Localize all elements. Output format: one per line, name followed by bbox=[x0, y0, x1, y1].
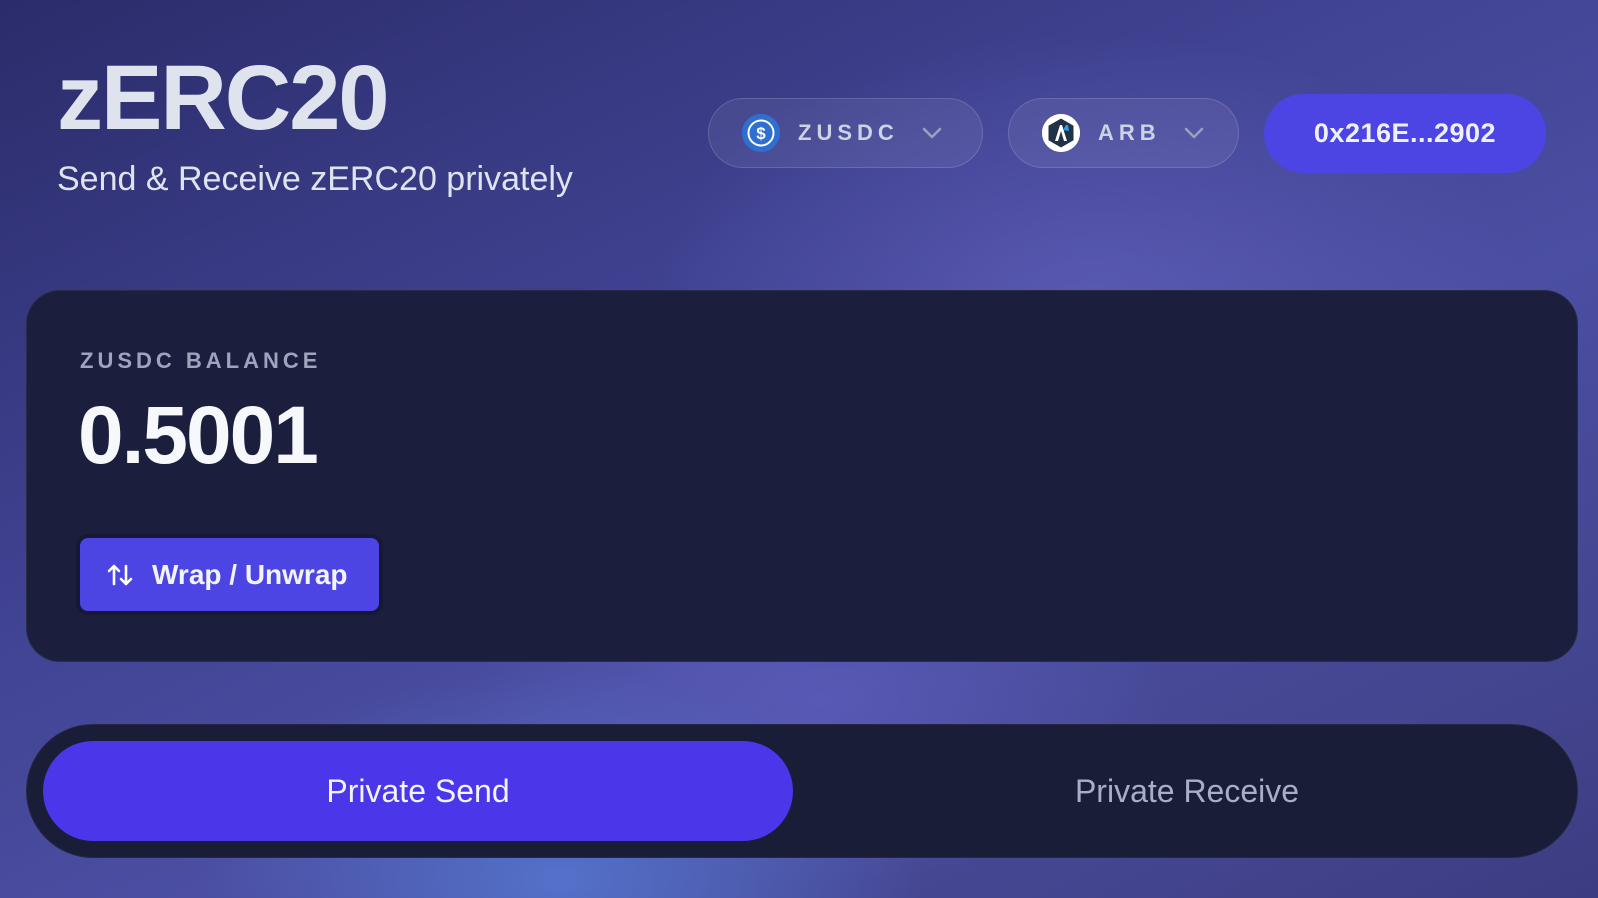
usdc-dollar-icon: $ bbox=[742, 114, 780, 152]
token-selector-label: ZUSDC bbox=[798, 120, 899, 145]
wallet-address-button[interactable]: 0x216E...2902 bbox=[1264, 94, 1546, 173]
tab-private-receive[interactable]: Private Receive bbox=[812, 741, 1562, 841]
brand: zERC20 Send & Receive zERC20 privately bbox=[57, 52, 573, 196]
wrap-unwrap-label: Wrap / Unwrap bbox=[152, 558, 348, 590]
mode-tabs: Private Send Private Receive bbox=[26, 724, 1578, 858]
chain-selector[interactable]: ARB bbox=[1008, 98, 1239, 168]
app-subtitle: Send & Receive zERC20 privately bbox=[57, 160, 573, 198]
wrap-unwrap-button[interactable]: Wrap / Unwrap bbox=[80, 538, 379, 611]
balance-label: ZUSDC BALANCE bbox=[80, 348, 322, 373]
tab-private-send[interactable]: Private Send bbox=[43, 741, 793, 841]
arbitrum-icon bbox=[1042, 114, 1080, 152]
svg-text:$: $ bbox=[756, 124, 766, 143]
chevron-down-icon bbox=[1183, 126, 1205, 140]
token-selector[interactable]: $ ZUSDC bbox=[708, 98, 983, 168]
chevron-down-icon bbox=[921, 126, 943, 140]
chain-selector-label: ARB bbox=[1098, 120, 1161, 145]
swap-arrows-icon bbox=[106, 561, 134, 589]
app-title: zERC20 bbox=[57, 47, 390, 149]
balance-value: 0.5001 bbox=[78, 390, 319, 481]
balance-card: ZUSDC BALANCE 0.5001 Wrap / Unwrap bbox=[26, 290, 1578, 662]
